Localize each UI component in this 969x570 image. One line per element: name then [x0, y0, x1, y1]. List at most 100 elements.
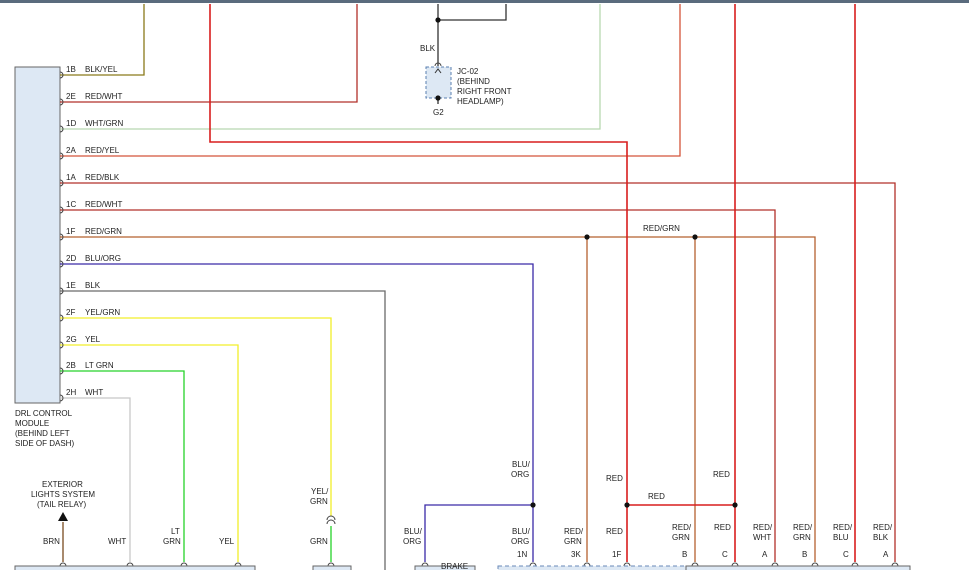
wire-2g — [60, 344, 239, 562]
bottom-label-line: GRN — [310, 537, 328, 546]
exterior-label-line: (TAIL RELAY) — [37, 500, 87, 509]
connector-label-line: (BEHIND — [457, 77, 490, 86]
bottom-label-line: BLK — [873, 533, 889, 542]
bottom-label-line: RED/ — [873, 523, 893, 532]
bottom-label-line: GRN — [672, 533, 690, 542]
red-label: RED — [713, 470, 730, 479]
jc-02-connector — [425, 66, 452, 99]
bottom-label-line: WHT — [753, 533, 771, 542]
splice-dot — [692, 234, 698, 240]
pin-wire: YEL — [85, 335, 101, 344]
pin-id: 1E — [66, 281, 76, 290]
bottom-label-line: RED — [606, 527, 623, 536]
pin-wire: BLK/YEL — [85, 65, 118, 74]
splice-dot — [584, 234, 590, 240]
bottom-pin-id: B — [682, 550, 687, 559]
bottom-labels: BRN WHT LT GRN YEL GRN BLU/ ORG BLU/ ORG… — [43, 523, 893, 559]
bottom-label-line: WHT — [108, 537, 126, 546]
bottom-label-line: GRN — [793, 533, 811, 542]
bottom-label-line: RED/ — [833, 523, 853, 532]
bottom-label-line: BLU — [833, 533, 849, 542]
wire-2b — [60, 370, 185, 562]
bottom-label-line: BRN — [43, 537, 60, 546]
module-label-line: (BEHIND LEFT — [15, 429, 70, 438]
ground-wire-label: BLK — [420, 44, 436, 53]
pin-id: 1D — [66, 119, 76, 128]
wire-ground-top — [437, 4, 507, 21]
yel-grn-label-line: GRN — [310, 497, 328, 506]
wire-1d — [60, 4, 601, 130]
brake-label: BRAKE — [441, 562, 468, 570]
bottom-pin-id: 3K — [571, 550, 581, 559]
wire-1f — [60, 236, 816, 562]
red-label: RED — [606, 474, 623, 483]
ground-dot — [435, 95, 441, 101]
pin-wire: WHT/GRN — [85, 119, 123, 128]
connector-label-line: RIGHT FRONT — [457, 87, 512, 96]
pin-id: 1A — [66, 173, 76, 182]
bottom-label-line: ORG — [403, 537, 421, 546]
wire-2a — [60, 4, 681, 157]
pin-id: 2B — [66, 361, 76, 370]
bottom-pin-id: C — [722, 550, 728, 559]
connector-body — [14, 565, 256, 570]
bottom-label-line: RED/ — [564, 527, 584, 536]
pin-wire: RED/GRN — [85, 227, 122, 236]
bottom-label-line: ORG — [511, 537, 529, 546]
ground-id: G2 — [433, 108, 444, 117]
bottom-pin-id: 1F — [612, 550, 621, 559]
pin-wire: LT GRN — [85, 361, 114, 370]
ground-connector: BLK JC-02 (BEHIND RIGHT FRONT HEADLAMP) … — [420, 17, 512, 117]
pin-wire: RED/BLK — [85, 173, 120, 182]
red-label: RED — [648, 492, 665, 501]
connector-stub — [326, 519, 336, 525]
module-label-line: MODULE — [15, 419, 49, 428]
module-pin-labels: 1B BLK/YEL 2E RED/WHT 1D WHT/GRN 2A RED/YEL … — [66, 65, 123, 397]
pin-id: 1F — [66, 227, 75, 236]
wire-2d — [60, 263, 534, 562]
connector-body — [312, 565, 352, 570]
bottom-label-line: LT — [171, 527, 180, 536]
connector-body — [497, 565, 687, 570]
connector-label-line: JC-02 — [457, 67, 479, 76]
bottom-label-line: RED/ — [753, 523, 773, 532]
pin-wire: BLK — [85, 281, 101, 290]
splice-dot — [530, 502, 536, 508]
pin-id: 2A — [66, 146, 76, 155]
pin-id: 2D — [66, 254, 76, 263]
pin-id: 2G — [66, 335, 77, 344]
wire-2e — [60, 4, 358, 103]
splices — [530, 234, 738, 508]
splice-dot — [435, 17, 441, 23]
module-label: DRL CONTROL MODULE (BEHIND LEFT SIDE OF … — [15, 409, 74, 448]
bottom-label-line: RED/ — [793, 523, 813, 532]
bottom-label-line: BLU/ — [512, 527, 531, 536]
pin-wire: RED/WHT — [85, 200, 122, 209]
exterior-label-line: LIGHTS SYSTEM — [31, 490, 95, 499]
bottom-label-line: GRN — [564, 537, 582, 546]
bottom-pin-id: B — [802, 550, 807, 559]
bottom-label-line: YEL — [219, 537, 235, 546]
pin-wire: YEL/GRN — [85, 308, 120, 317]
arrow-up-icon — [58, 512, 68, 521]
bottom-label-line: BLU/ — [404, 527, 423, 536]
pin-id: 2F — [66, 308, 75, 317]
wire-red-main — [209, 4, 628, 562]
connector-stub — [326, 515, 336, 521]
pin-id: 1B — [66, 65, 76, 74]
pin-wire: WHT — [85, 388, 103, 397]
bottom-pin-id: A — [883, 550, 889, 559]
splice-dot — [732, 502, 738, 508]
bottom-label-line: RED — [714, 523, 731, 532]
pin-id: 2H — [66, 388, 76, 397]
exterior-label-line: EXTERIOR — [42, 480, 83, 489]
wire-1c — [60, 209, 776, 562]
bottom-pin-id: 1N — [517, 550, 527, 559]
yel-grn-label-line: YEL/ — [311, 487, 329, 496]
pin-id: 1C — [66, 200, 76, 209]
wire-1e — [60, 290, 386, 570]
pin-wire: BLU/ORG — [85, 254, 121, 263]
wiring-diagram: DRL CONTROL MODULE (BEHIND LEFT SIDE OF … — [0, 0, 969, 570]
blu-org-label-line: BLU/ — [512, 460, 531, 469]
mid-labels: BLU/ ORG RED RED RED — [511, 460, 730, 501]
